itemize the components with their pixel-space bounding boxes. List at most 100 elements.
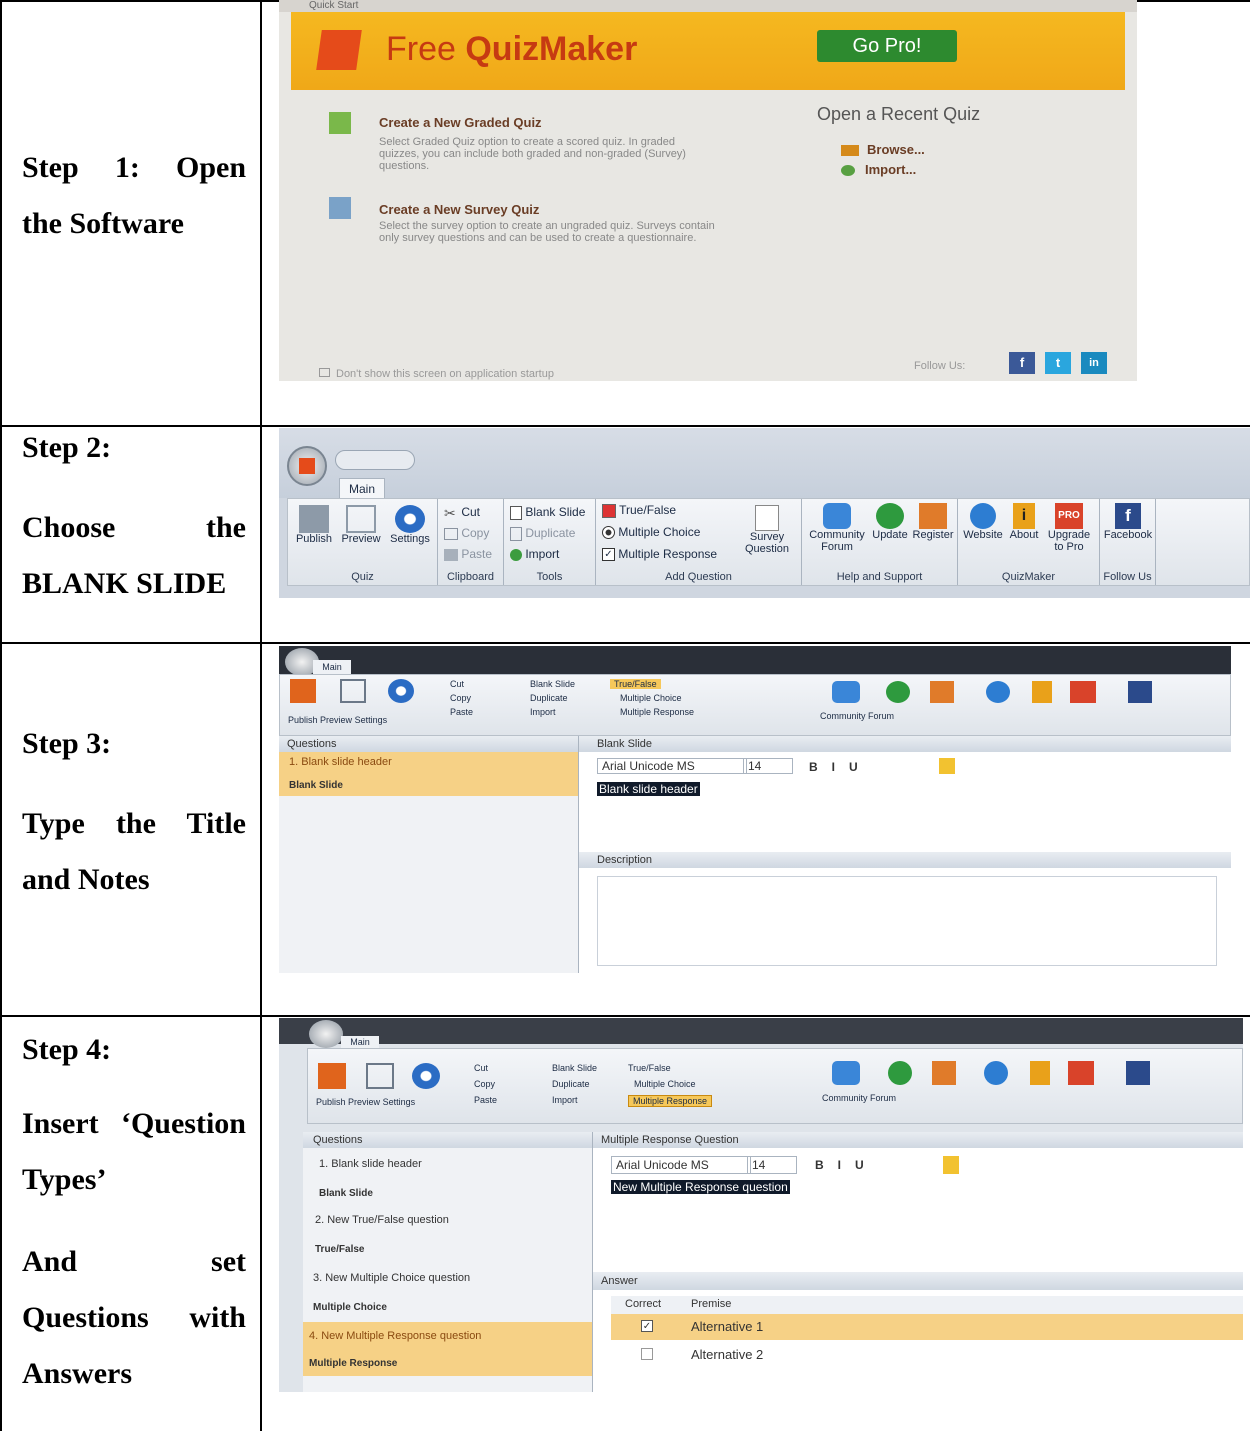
multiple-response-button[interactable]: Multiple Response xyxy=(628,1095,713,1107)
font-select[interactable]: Arial Unicode MS xyxy=(611,1156,751,1174)
facebook-icon xyxy=(1126,1061,1150,1085)
duplicate-button[interactable]: Duplicate xyxy=(510,526,575,541)
publish-label: Publish xyxy=(288,715,318,725)
survey-quiz-title[interactable]: Create a New Survey Quiz xyxy=(379,202,539,217)
multiple-choice-button[interactable]: Multiple Choice xyxy=(620,693,682,703)
graded-quiz-title[interactable]: Create a New Graded Quiz xyxy=(379,115,542,130)
answer-table-header: Correct Premise xyxy=(611,1296,1243,1314)
upgrade-to-pro-button[interactable]: PRO Upgrade to Pro xyxy=(1042,503,1096,553)
slide-header-text[interactable]: Blank slide header xyxy=(597,782,700,796)
chat-bubble-icon xyxy=(832,681,860,703)
align-left-icon[interactable] xyxy=(943,1156,959,1174)
import-button[interactable]: Import xyxy=(552,1095,578,1105)
survey-quiz-desc: Select the survey option to create an un… xyxy=(379,220,715,244)
copy-button[interactable]: Copy xyxy=(444,526,489,540)
community-forum-button[interactable]: Community Forum xyxy=(806,503,868,553)
browse-link[interactable]: Browse... xyxy=(841,142,925,157)
question-item-1[interactable]: 1. Blank slide header Blank Slide xyxy=(279,752,578,796)
publish-button[interactable]: Publish xyxy=(294,505,334,545)
community-forum-label: Community Forum xyxy=(809,529,865,553)
import-button[interactable]: Import xyxy=(510,547,559,561)
question-text[interactable]: New Multiple Response question xyxy=(611,1180,790,1194)
settings-button[interactable]: Settings xyxy=(386,505,434,545)
info-icon xyxy=(1032,681,1052,703)
paste-button[interactable]: Paste xyxy=(450,707,473,717)
multiple-choice-button[interactable]: Multiple Choice xyxy=(602,525,700,540)
blank-page-icon xyxy=(510,505,522,520)
font-size-select[interactable]: 14 xyxy=(747,1156,797,1174)
facebook-icon[interactable]: f xyxy=(1009,352,1035,374)
dont-show-checkbox[interactable]: Don't show this screen on application st… xyxy=(319,368,554,380)
update-icon xyxy=(888,1061,912,1085)
app-orb-button[interactable] xyxy=(287,446,327,486)
copy-button[interactable]: Copy xyxy=(474,1079,495,1089)
format-toolbar[interactable]: BIU xyxy=(815,1158,878,1172)
answer-1-checkbox[interactable]: ✓ xyxy=(641,1320,653,1332)
blank-slide-button[interactable]: Blank Slide xyxy=(530,679,575,689)
community-forum-button[interactable]: Community Forum xyxy=(820,711,894,721)
register-button[interactable]: Register xyxy=(910,503,956,541)
description-textarea[interactable] xyxy=(597,876,1217,966)
multiple-choice-button[interactable]: Multiple Choice xyxy=(634,1079,696,1089)
answer-2-checkbox[interactable] xyxy=(641,1348,653,1360)
true-false-button[interactable]: True/False xyxy=(602,503,676,518)
linkedin-icon[interactable]: in xyxy=(1081,352,1107,374)
answer-row-2[interactable]: Alternative 2 xyxy=(611,1342,1243,1368)
import-link[interactable]: Import... xyxy=(841,162,916,177)
blank-slide-button[interactable]: Blank Slide xyxy=(510,505,585,520)
scissors-icon: ✂ xyxy=(444,504,456,521)
blank-slide-button[interactable]: Blank Slide xyxy=(552,1063,597,1073)
twitter-icon[interactable]: t xyxy=(1045,352,1071,374)
import-button[interactable]: Import xyxy=(530,707,556,717)
question-item-2[interactable]: 2. New True/False question True/False xyxy=(303,1206,592,1264)
question-item-1-title: 1. Blank slide header xyxy=(319,1158,422,1170)
question-item-4-title: 4. New Multiple Response question xyxy=(309,1330,482,1342)
preview-button[interactable]: Preview xyxy=(340,505,382,545)
cut-button[interactable]: Cut xyxy=(450,679,464,689)
folder-icon xyxy=(841,145,859,157)
quick-access-toolbar[interactable] xyxy=(335,450,415,470)
app-orb-button[interactable] xyxy=(309,1020,343,1048)
cut-button[interactable]: Cut xyxy=(474,1063,488,1073)
app-name: Free QuizMaker xyxy=(386,30,637,69)
tab-main[interactable]: Main xyxy=(341,1036,379,1048)
question-item-1[interactable]: 1. Blank slide header Blank Slide xyxy=(303,1148,592,1206)
font-size-select[interactable]: 14 xyxy=(743,758,793,774)
font-select[interactable]: Arial Unicode MS xyxy=(597,758,747,774)
question-item-4[interactable]: 4. New Multiple Response question Multipl… xyxy=(303,1322,592,1376)
import-icon xyxy=(841,165,855,177)
true-false-button[interactable]: True/False xyxy=(610,679,661,689)
tab-main[interactable]: Main xyxy=(313,660,351,674)
tab-main[interactable]: Main xyxy=(339,478,385,498)
community-forum-button[interactable]: Community Forum xyxy=(822,1093,896,1103)
website-button[interactable]: Website xyxy=(960,503,1006,541)
update-button[interactable]: Update xyxy=(868,503,912,541)
question-item-3-title: 3. New Multiple Choice question xyxy=(313,1272,471,1284)
ribbon-title-area xyxy=(279,428,1250,498)
true-false-button[interactable]: True/False xyxy=(628,1063,671,1073)
duplicate-button[interactable]: Duplicate xyxy=(552,1079,590,1089)
go-pro-button[interactable]: Go Pro! xyxy=(817,30,957,62)
answer-2-premise[interactable]: Alternative 2 xyxy=(691,1347,763,1362)
import-icon xyxy=(510,548,522,561)
about-button[interactable]: i About xyxy=(1006,503,1042,541)
paste-button[interactable]: Paste xyxy=(444,547,492,561)
copy-button[interactable]: Copy xyxy=(450,693,471,703)
radio-icon xyxy=(602,526,615,540)
align-left-icon[interactable] xyxy=(939,758,955,774)
cut-button[interactable]: ✂ Cut xyxy=(444,504,480,521)
format-toolbar[interactable]: BIU xyxy=(809,760,872,774)
duplicate-button[interactable]: Duplicate xyxy=(530,693,568,703)
answer-row-1[interactable]: ✓ Alternative 1 xyxy=(611,1314,1243,1340)
paste-button[interactable]: Paste xyxy=(474,1095,497,1105)
answer-1-premise[interactable]: Alternative 1 xyxy=(691,1319,763,1334)
facebook-label: Facebook xyxy=(1103,529,1153,541)
multiple-response-button[interactable]: ✓ Multiple Response xyxy=(602,547,717,562)
facebook-button[interactable]: f Facebook xyxy=(1102,503,1154,541)
multiple-response-button[interactable]: Multiple Response xyxy=(620,707,694,717)
register-icon xyxy=(919,503,947,529)
question-item-3[interactable]: 3. New Multiple Choice question Multiple … xyxy=(303,1264,592,1322)
import-link-label: Import... xyxy=(865,162,917,177)
survey-question-button[interactable]: Survey Question xyxy=(736,505,798,555)
group-label-clipboard: Clipboard xyxy=(446,571,495,583)
